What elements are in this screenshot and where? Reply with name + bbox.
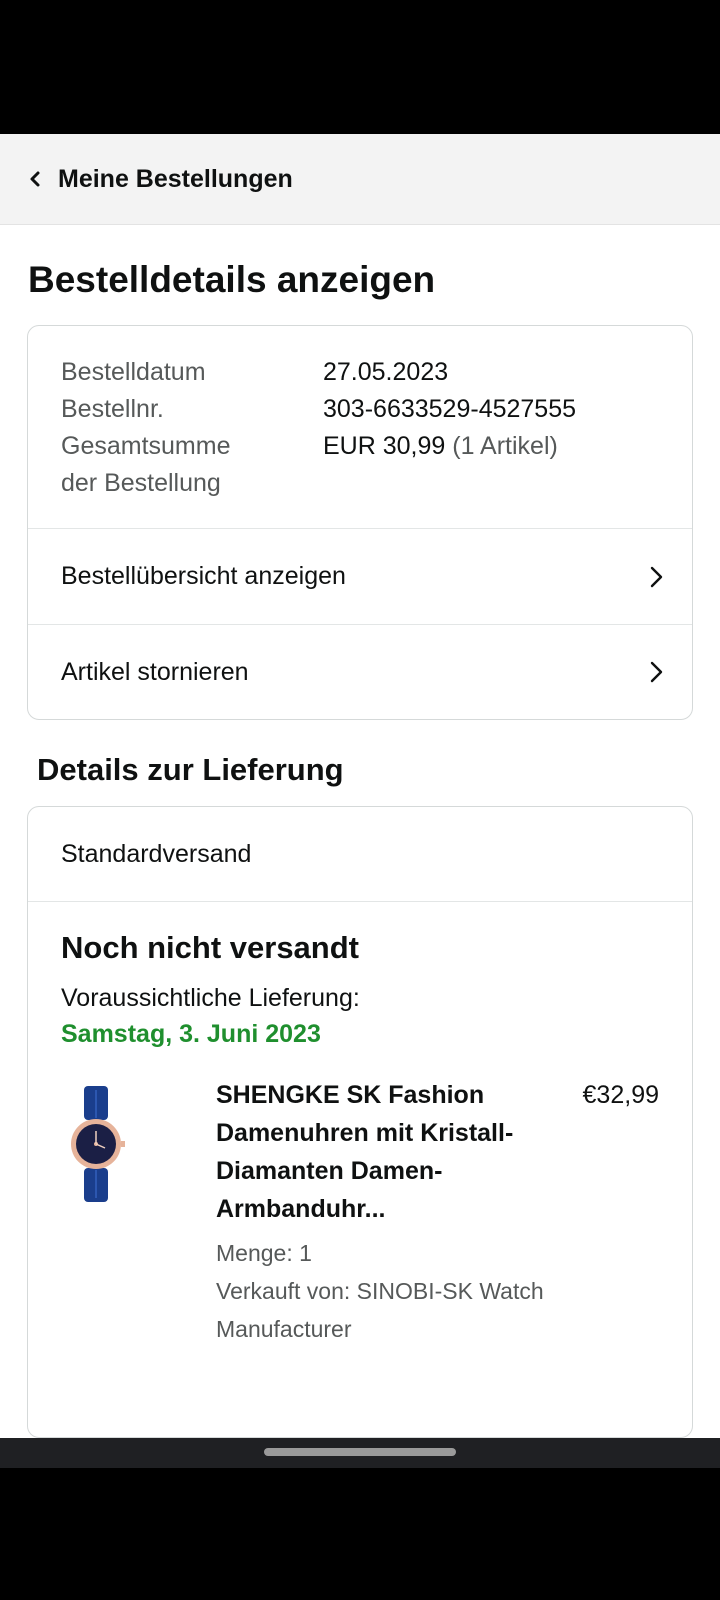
order-total-label: Gesamtsumme der Bestellung bbox=[61, 428, 323, 502]
delivery-section-title: Details zur Lieferung bbox=[37, 752, 344, 787]
order-date-row: Bestelldatum 27.05.2023 bbox=[61, 354, 692, 391]
expected-delivery-date: Samstag, 3. Juni 2023 bbox=[61, 1020, 321, 1048]
home-gesture-handle[interactable] bbox=[264, 1448, 456, 1456]
expected-delivery-label: Voraussichtliche Lieferung: bbox=[61, 984, 360, 1012]
item-title-link[interactable]: SHENGKE SK Fashion Damenuhren mit Krista… bbox=[216, 1076, 556, 1228]
order-summary-card: Bestelldatum 27.05.2023 Bestellnr. 303-6… bbox=[27, 325, 693, 720]
order-number-value: 303-6633529-4527555 bbox=[323, 395, 577, 423]
shipment-status: Noch nicht versandt bbox=[61, 930, 359, 965]
order-total-amount: EUR 30,99 bbox=[323, 432, 446, 460]
item-price: €32,99 bbox=[582, 1081, 659, 1109]
item-info: SHENGKE SK Fashion Damenuhren mit Krista… bbox=[216, 1076, 556, 1348]
order-total-label-line2: der Bestellung bbox=[61, 469, 221, 497]
shipping-method: Standardversand bbox=[28, 807, 692, 902]
back-button[interactable]: Meine Bestellungen bbox=[0, 165, 293, 194]
back-label: Meine Bestellungen bbox=[58, 164, 293, 193]
view-order-summary-label: Bestellübersicht anzeigen bbox=[61, 562, 346, 590]
order-item: SHENGKE SK Fashion Damenuhren mit Krista… bbox=[61, 1076, 659, 1348]
nav-header: Meine Bestellungen bbox=[0, 134, 720, 225]
cancel-items-link[interactable]: Artikel stornieren bbox=[28, 624, 692, 719]
view-order-summary-link[interactable]: Bestellübersicht anzeigen bbox=[28, 529, 692, 624]
status-bar bbox=[0, 0, 720, 134]
watch-image bbox=[71, 1086, 125, 1202]
shipment-body: Noch nicht versandt Voraussichtliche Lie… bbox=[28, 902, 692, 1348]
order-number-label: Bestellnr. bbox=[61, 395, 164, 423]
product-image[interactable] bbox=[61, 1076, 216, 1348]
cancel-items-label: Artikel stornieren bbox=[61, 657, 249, 686]
item-seller: Verkauft von: SINOBI-SK Watch Manufactur… bbox=[216, 1278, 544, 1342]
page-title: Bestelldetails anzeigen bbox=[28, 259, 436, 300]
chevron-right-icon bbox=[650, 566, 663, 587]
chevron-right-icon bbox=[650, 661, 663, 683]
chevron-left-icon bbox=[30, 171, 40, 187]
order-summary: Bestelldatum 27.05.2023 Bestellnr. 303-6… bbox=[28, 326, 692, 529]
order-item-count: (1 Artikel) bbox=[452, 432, 558, 460]
order-date-value: 27.05.2023 bbox=[323, 358, 449, 386]
order-total-row: Gesamtsumme der Bestellung EUR 30,99 (1 … bbox=[61, 428, 692, 502]
order-number-row: Bestellnr. 303-6633529-4527555 bbox=[61, 391, 692, 428]
app-screen: Meine Bestellungen Bestelldetails anzeig… bbox=[0, 134, 720, 1438]
order-total-value: EUR 30,99 (1 Artikel) bbox=[323, 428, 558, 502]
bottom-bezel bbox=[0, 1468, 720, 1600]
item-quantity: Menge: 1 bbox=[216, 1240, 312, 1266]
order-date-label: Bestelldatum bbox=[61, 358, 206, 386]
delivery-card: Standardversand Noch nicht versandt Vora… bbox=[27, 806, 693, 1438]
order-total-label-line1: Gesamtsumme bbox=[61, 432, 231, 460]
